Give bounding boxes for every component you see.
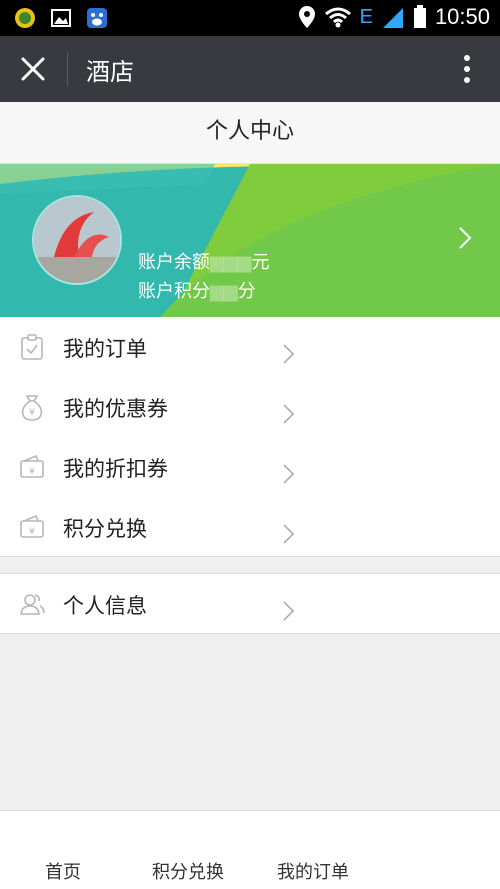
close-icon[interactable]	[18, 54, 48, 84]
status-bar: E 10:50	[0, 0, 500, 36]
title-bar: 酒店	[0, 36, 500, 102]
tab-points-exchange[interactable]: 积分兑换	[152, 858, 224, 884]
points-unit: 分	[237, 281, 256, 302]
page-title: 个人中心	[0, 102, 500, 164]
bottom-tab-bar: 首页 积分兑换 我的订单	[0, 810, 500, 889]
menu-item-discounts[interactable]: ¥ 我的折扣券	[0, 437, 500, 497]
clock: 10:50	[434, 4, 490, 29]
baidu-notification-icon	[87, 8, 107, 28]
profile-list: 个人信息	[0, 573, 500, 634]
points-row: 账户积分▆▆分	[138, 281, 256, 302]
battery-icon	[413, 5, 426, 28]
chevron-right-icon	[283, 404, 295, 424]
menu-item-personal-info[interactable]: 个人信息	[0, 574, 500, 634]
balance-row: 账户余额▆▆▆元	[138, 252, 270, 273]
wifi-icon	[324, 7, 351, 28]
svg-text:¥: ¥	[29, 408, 35, 418]
menu-item-orders[interactable]: 我的订单	[0, 317, 500, 377]
points-label: 账户积分	[138, 281, 210, 302]
signal-icon	[382, 8, 403, 28]
balance-unit: 元	[251, 252, 270, 273]
menu-item-points-exchange[interactable]: ¥ 积分兑换	[0, 497, 500, 557]
app-notification-icon	[15, 8, 35, 28]
window-title: 酒店	[86, 58, 134, 86]
system-status: E 10:50	[298, 4, 490, 30]
svg-text:¥: ¥	[29, 467, 35, 477]
chevron-right-icon[interactable]	[458, 226, 472, 250]
balance-label: 账户余额	[138, 252, 210, 273]
svg-text:¥: ¥	[29, 527, 35, 537]
wallet-icon: ¥	[20, 454, 44, 478]
menu-item-label: 积分兑换	[63, 517, 147, 541]
wallet-icon: ¥	[20, 514, 44, 538]
menu-item-label: 我的订单	[63, 337, 147, 361]
network-type: E	[359, 5, 373, 28]
menu-item-label: 我的折扣券	[63, 457, 168, 481]
location-icon	[298, 6, 315, 28]
menu-item-coupons[interactable]: ¥ 我的优惠券	[0, 377, 500, 437]
clipboard-icon	[21, 334, 43, 360]
money-bag-icon: ¥	[21, 395, 43, 421]
menu-list: 我的订单 ¥ 我的优惠券 ¥ 我的折扣券 ¥ 积分兑换	[0, 317, 500, 557]
notification-icons	[14, 7, 108, 29]
title-divider	[67, 52, 68, 86]
tab-my-orders[interactable]: 我的订单	[277, 858, 349, 884]
avatar	[32, 195, 122, 285]
tab-home[interactable]: 首页	[45, 858, 81, 884]
more-options-icon[interactable]	[462, 54, 472, 84]
chevron-right-icon	[283, 464, 295, 484]
chevron-right-icon	[283, 601, 295, 621]
menu-item-label: 我的优惠券	[63, 397, 168, 421]
chevron-right-icon	[283, 344, 295, 364]
menu-item-label: 个人信息	[63, 594, 147, 618]
image-notification-icon	[51, 9, 71, 27]
users-icon	[20, 594, 45, 615]
chevron-right-icon	[283, 524, 295, 544]
